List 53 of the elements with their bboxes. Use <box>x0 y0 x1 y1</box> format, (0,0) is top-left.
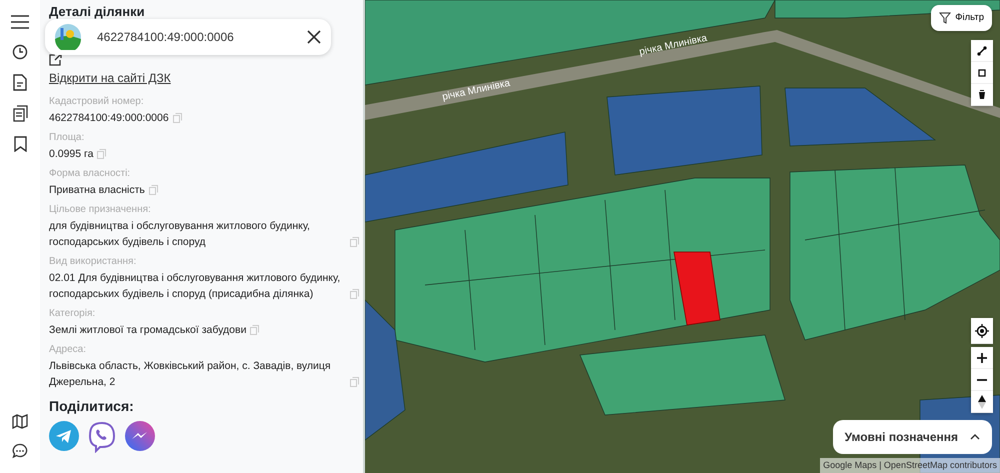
chat-icon[interactable] <box>12 443 28 459</box>
filter-button[interactable]: Фільтр <box>931 5 992 32</box>
square-icon <box>977 68 987 78</box>
funnel-icon <box>939 12 952 24</box>
field-value: Львівська область, Жовківський район, с. Завадів, вулиця Джерельна, 2 <box>49 359 332 390</box>
external-link[interactable]: Відкрити на сайті ДЗК <box>49 71 171 85</box>
field-value: 02.01 Для будівництва і обслуговування житлового будинку, господарських будівель і споруд (присадибна ділянка) <box>49 271 342 302</box>
field-value: Приватна власність <box>49 183 145 198</box>
share-heading: Поділитися: <box>49 397 135 416</box>
field-label: Вид використання: <box>49 255 138 268</box>
trash-icon <box>977 89 987 100</box>
menu-icon[interactable] <box>10 14 30 30</box>
paper-plane-icon[interactable] <box>49 421 79 451</box>
phone-bubble-icon[interactable] <box>87 421 117 453</box>
river-label: річка Млинівка <box>638 32 708 58</box>
search-input[interactable]: 4622784100:49:000:0006 <box>95 27 293 47</box>
field-value: 4622784100:49:000:0006 <box>49 111 169 126</box>
clock-icon[interactable] <box>12 44 28 60</box>
field-label: Категорія: <box>49 307 96 320</box>
field-label: Площа: <box>49 131 86 144</box>
lightning-bubble-icon[interactable] <box>125 421 155 451</box>
landscape-logo-icon <box>55 24 81 50</box>
selected-parcel[interactable] <box>674 252 720 326</box>
bookmark-icon[interactable] <box>14 136 26 152</box>
field-label: Адреса: <box>49 343 87 356</box>
field-label: Цільове призначення: <box>49 203 152 216</box>
panel-heading: Деталі ділянки <box>49 4 145 19</box>
external-link-icon[interactable] <box>49 53 62 66</box>
zoom-out-button[interactable] <box>971 369 993 391</box>
zoom-in-button[interactable] <box>971 347 993 369</box>
legend-button[interactable]: Умовні позначення <box>832 420 992 454</box>
draw-polygon-button[interactable] <box>971 62 993 84</box>
compass-icon <box>978 394 986 408</box>
field-value: Землі житлової та громадської забудови <box>49 323 246 338</box>
field-value: для будівництва і обслуговування житлового будинку, господарських будівель і споруд <box>49 219 311 250</box>
documents-icon[interactable] <box>12 105 28 122</box>
trash-button[interactable] <box>971 84 993 106</box>
map-attribution: Google Maps | OpenStreetMap contributors <box>820 458 1000 473</box>
river-label: річка Млинівка <box>441 78 512 103</box>
document-icon[interactable] <box>13 74 27 91</box>
locate-icon <box>975 324 989 338</box>
search-field[interactable]: 4622784100:49:000:0006 <box>45 19 331 55</box>
field-label: Кадастровий номер: <box>49 95 145 108</box>
locate-button[interactable] <box>971 318 993 344</box>
caret-icon <box>970 434 980 440</box>
close-button[interactable] <box>307 30 321 44</box>
map-icon[interactable] <box>12 414 28 429</box>
plus-icon <box>977 352 987 362</box>
compass-button[interactable] <box>971 391 993 413</box>
line-icon <box>977 46 987 56</box>
draw-line-button[interactable] <box>971 40 993 62</box>
field-label: Форма власності: <box>49 167 132 180</box>
field-value: 0.0995 га <box>49 147 94 162</box>
